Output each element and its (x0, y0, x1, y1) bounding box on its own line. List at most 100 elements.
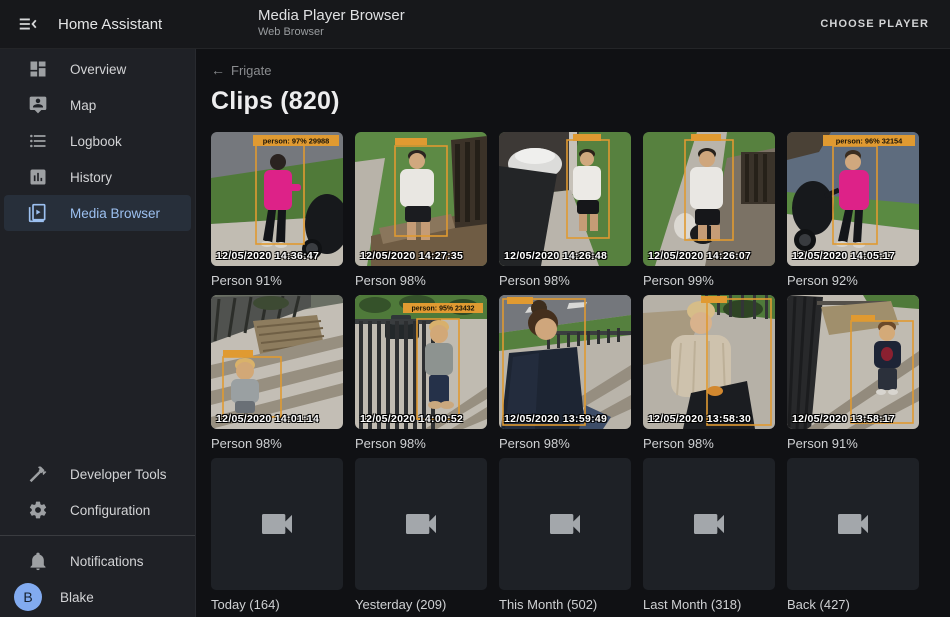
clip-thumbnail: 12/05/2020 14:01:14 (211, 295, 343, 429)
clip-label: Person 91% (211, 273, 343, 288)
sidebar-nav-items: Overview Map Logbook History Media Brows… (0, 48, 195, 231)
back-arrow-icon: ← (211, 62, 225, 78)
sidebar-tool-items: Developer Tools Configuration (0, 456, 195, 528)
clip-card-7[interactable]: person: 95% 23432 12/05/2020 14:00:52 Pe… (355, 295, 487, 451)
folder-label: Yesterday (209) (355, 597, 487, 612)
clip-timestamp: 12/05/2020 13:59:49 (504, 413, 607, 425)
top-bar: Home Assistant Media Player Browser Web … (0, 0, 950, 49)
folder-thumbnail (787, 458, 919, 590)
clip-label: Person 98% (355, 273, 487, 288)
sidebar-item-logbook[interactable]: Logbook (4, 123, 191, 159)
video-icon (257, 504, 297, 544)
clip-thumbnail: 12/05/2020 13:58:30 (643, 295, 775, 429)
clip-timestamp: 12/05/2020 14:00:52 (360, 413, 463, 425)
clip-label: Person 91% (787, 436, 919, 451)
clip-label: Person 98% (355, 436, 487, 451)
svg-text:person: 96% 32154: person: 96% 32154 (836, 137, 903, 146)
folder-thumbnail (643, 458, 775, 590)
sidebar-item-configuration[interactable]: Configuration (4, 492, 191, 528)
sidebar-item-map[interactable]: Map (4, 87, 191, 123)
sidebar-bottom: Developer Tools Configuration Notificati… (0, 456, 195, 617)
clip-card-10[interactable]: 12/05/2020 13:58:17 Person 91% (787, 295, 919, 451)
bell-icon (28, 551, 48, 571)
folder-card-today-164[interactable]: Today (164) (211, 458, 343, 612)
clip-card-5[interactable]: person: 96% 32154 12/05/2020 14:05:17 Pe… (787, 132, 919, 288)
clip-thumbnail: 12/05/2020 13:59:49 (499, 295, 631, 429)
avatar: B (14, 583, 42, 611)
clip-card-8[interactable]: 12/05/2020 13:59:49 Person 98% (499, 295, 631, 451)
page-heading: Clips (820) (211, 87, 934, 116)
hammer-icon (28, 464, 48, 484)
clip-timestamp: 12/05/2020 14:26:07 (648, 250, 751, 262)
video-icon (545, 504, 585, 544)
sidebar: Overview Map Logbook History Media Brows… (0, 48, 196, 617)
folder-label: This Month (502) (499, 597, 631, 612)
svg-text:person: 95% 23432: person: 95% 23432 (411, 306, 474, 313)
clip-thumbnail: person: 96% 32154 12/05/2020 14:05:17 (787, 132, 919, 266)
page-title: Media Player Browser (258, 7, 405, 24)
clip-thumbnail: person: 97% 29988 12/05/2020 14:36:47 (211, 132, 343, 266)
clip-label: Person 98% (211, 436, 343, 451)
folder-label: Last Month (318) (643, 597, 775, 612)
view-dashboard-icon (28, 59, 48, 79)
video-icon (689, 504, 729, 544)
clip-label: Person 98% (499, 273, 631, 288)
page-subtitle: Web Browser (258, 26, 405, 38)
clip-thumbnail: 12/05/2020 14:27:35 (355, 132, 487, 266)
profile-name: Blake (60, 590, 94, 605)
video-icon (833, 504, 873, 544)
clip-thumbnail: 12/05/2020 14:26:48 (499, 132, 631, 266)
folder-label: Today (164) (211, 597, 343, 612)
sidebar-item-profile[interactable]: B Blake (4, 579, 191, 615)
folder-card-last-month-318[interactable]: Last Month (318) (643, 458, 775, 612)
video-icon (401, 504, 441, 544)
clip-label: Person 99% (643, 273, 775, 288)
folder-thumbnail (499, 458, 631, 590)
clip-timestamp: 12/05/2020 13:58:30 (648, 413, 751, 425)
page-title-block: Media Player Browser Web Browser (258, 7, 405, 38)
choose-player-button[interactable]: CHOOSE PLAYER (814, 0, 935, 48)
clip-timestamp: 12/05/2020 13:58:17 (792, 413, 895, 425)
sidebar-item-media-browser[interactable]: Media Browser (4, 195, 191, 231)
folder-label: Back (427) (787, 597, 919, 612)
clip-timestamp: 12/05/2020 14:27:35 (360, 250, 463, 262)
svg-text:person: 97% 29988: person: 97% 29988 (263, 137, 330, 146)
main-content: ← Frigate Clips (820) person: 97% 29988 … (195, 48, 950, 617)
clip-card-1[interactable]: person: 97% 29988 12/05/2020 14:36:47 Pe… (211, 132, 343, 288)
folder-thumbnail (355, 458, 487, 590)
folder-card-this-month-502[interactable]: This Month (502) (499, 458, 631, 612)
notifications-label: Notifications (70, 554, 144, 569)
clip-label: Person 98% (499, 436, 631, 451)
clip-timestamp: 12/05/2020 14:36:47 (216, 250, 319, 262)
clip-card-2[interactable]: 12/05/2020 14:27:35 Person 98% (355, 132, 487, 288)
clip-timestamp: 12/05/2020 14:01:14 (216, 413, 319, 425)
breadcrumb[interactable]: ← Frigate (211, 62, 271, 78)
clip-timestamp: 12/05/2020 14:26:48 (504, 250, 607, 262)
sidebar-item-developer-tools[interactable]: Developer Tools (4, 456, 191, 492)
clip-thumbnail: 12/05/2020 14:26:07 (643, 132, 775, 266)
sidebar-toggle-icon[interactable] (17, 13, 39, 35)
folder-thumbnail (211, 458, 343, 590)
map-icon (28, 95, 48, 115)
clip-card-3[interactable]: 12/05/2020 14:26:48 Person 98% (499, 132, 631, 288)
app-window: Home Assistant Media Player Browser Web … (0, 0, 950, 617)
clip-thumbnail: person: 95% 23432 12/05/2020 14:00:52 (355, 295, 487, 429)
gear-icon (28, 500, 48, 520)
sidebar-divider (0, 535, 195, 536)
clip-card-9[interactable]: 12/05/2020 13:58:30 Person 98% (643, 295, 775, 451)
media-browser-icon (28, 203, 48, 223)
sidebar-item-notifications[interactable]: Notifications (4, 543, 191, 579)
clip-label: Person 92% (787, 273, 919, 288)
folder-card-back-427[interactable]: Back (427) (787, 458, 919, 612)
clip-label: Person 98% (643, 436, 775, 451)
clip-thumbnail: 12/05/2020 13:58:17 (787, 295, 919, 429)
logbook-icon (28, 131, 48, 151)
history-icon (28, 167, 48, 187)
sidebar-item-history[interactable]: History (4, 159, 191, 195)
app-title: Home Assistant (58, 16, 162, 33)
sidebar-item-overview[interactable]: Overview (4, 51, 191, 87)
clip-card-4[interactable]: 12/05/2020 14:26:07 Person 99% (643, 132, 775, 288)
media-grid: person: 97% 29988 12/05/2020 14:36:47 Pe… (211, 132, 934, 612)
clip-card-6[interactable]: 12/05/2020 14:01:14 Person 98% (211, 295, 343, 451)
folder-card-yesterday-209[interactable]: Yesterday (209) (355, 458, 487, 612)
